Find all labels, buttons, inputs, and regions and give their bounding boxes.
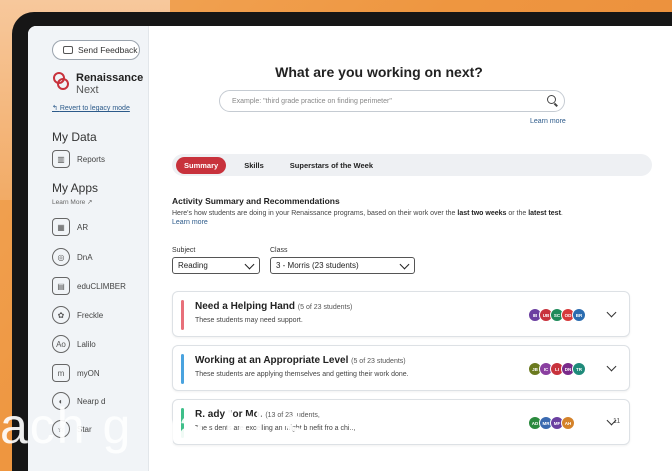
educlimber-icon: ▤ — [52, 277, 70, 295]
my-apps-title: My Apps — [52, 181, 99, 195]
page-title: What are you working on next? — [275, 64, 483, 80]
revert-legacy-label: Revert to legacy mode — [59, 105, 130, 112]
app-label: Lalilo — [77, 339, 96, 349]
subject-label: Subject — [172, 247, 196, 254]
chevron-down-icon[interactable] — [606, 361, 617, 372]
class-select[interactable]: 3 - Morris (23 students) — [270, 257, 415, 274]
chevron-down-icon — [244, 259, 255, 270]
sidebar-item-myon[interactable]: m myON — [52, 364, 100, 382]
tab-bar: Summary Skills Superstars of the Week — [172, 154, 652, 176]
dna-icon: ◎ — [52, 248, 70, 266]
card-title: Need a Helping Hand (5 of 23 students) — [195, 301, 353, 312]
app-label: eduCLIMBER — [77, 281, 126, 291]
card-description: These students may need support. — [195, 317, 303, 324]
activity-title: Activity Summary and Recommendations — [172, 196, 340, 206]
app-label: Freckle — [77, 310, 104, 320]
avatar-group: IB UB SC OD BR — [528, 308, 586, 322]
learn-more-link[interactable]: Learn More ↗ — [52, 198, 93, 206]
reports-label: Reports — [77, 154, 106, 164]
avatar-group: JB IC LI DN TR — [528, 362, 586, 376]
class-value: 3 - Morris (23 students) — [276, 261, 359, 270]
revert-legacy-link[interactable]: ↰ Revert to legacy mode — [52, 104, 130, 112]
freckle-icon: ✿ — [52, 306, 70, 324]
reports-icon: ▥ — [52, 150, 70, 168]
sidebar-item-educlimber[interactable]: ▤ eduCLIMBER — [52, 277, 126, 295]
renaissance-logo-icon — [53, 72, 69, 90]
card-accent — [181, 354, 184, 384]
card-description: These students are applying themselves a… — [195, 371, 409, 378]
group-card-appropriate-level[interactable]: Working at an Appropriate Level (5 of 23… — [172, 345, 630, 391]
avatar: BR — [572, 308, 586, 322]
search-placeholder: Example: "third grade practice on findin… — [232, 97, 392, 105]
chevron-down-icon[interactable] — [606, 307, 617, 318]
search-learn-more-link[interactable]: Learn more — [530, 118, 566, 125]
overlay-caption: ach g na ld s — [0, 398, 310, 454]
search-input[interactable]: Example: "third grade practice on findin… — [219, 90, 565, 112]
sidebar-item-dna[interactable]: ◎ DnA — [52, 248, 93, 266]
tab-summary[interactable]: Summary — [176, 156, 227, 174]
card-accent — [181, 300, 184, 330]
sidebar-item-freckle[interactable]: ✿ Freckle — [52, 306, 103, 324]
send-feedback-button[interactable]: Send Feedback — [52, 40, 140, 60]
group-card-helping-hand[interactable]: Need a Helping Hand (5 of 23 students) T… — [172, 291, 630, 337]
brand: Renaissance Next — [52, 72, 143, 96]
tab-skills[interactable]: Skills — [236, 157, 272, 174]
feedback-icon — [63, 46, 73, 54]
send-feedback-label: Send Feedback — [78, 45, 138, 55]
brand-sub: Next — [76, 84, 99, 96]
activity-description: Here's how students are doing in your Re… — [172, 210, 563, 217]
learn-more-label: Learn More — [52, 199, 86, 206]
sidebar-item-ar[interactable]: ▦ AR — [52, 218, 88, 236]
app-label: AR — [77, 222, 89, 232]
my-data-title: My Data — [52, 130, 97, 144]
sidebar-item-reports[interactable]: ▥ Reports — [52, 150, 105, 168]
app-label: DnA — [77, 252, 93, 262]
ar-icon: ▦ — [52, 218, 70, 236]
lalilo-icon: Ao — [52, 335, 70, 353]
class-label: Class — [270, 247, 288, 254]
activity-learn-more-link[interactable]: Learn more — [172, 219, 208, 226]
avatar: TR — [572, 362, 586, 376]
tab-superstars[interactable]: Superstars of the Week — [282, 157, 381, 174]
subject-select[interactable]: Reading — [172, 257, 260, 274]
myon-icon: m — [52, 364, 70, 382]
card-title: Working at an Appropriate Level (5 of 23… — [195, 355, 406, 366]
brand-name: Renaissance — [76, 72, 144, 84]
chevron-down-icon — [399, 259, 410, 270]
search-icon[interactable] — [547, 95, 556, 104]
sidebar-item-lalilo[interactable]: Ao Lalilo — [52, 335, 96, 353]
subject-value: Reading — [178, 261, 208, 270]
app-label: myON — [77, 368, 100, 378]
